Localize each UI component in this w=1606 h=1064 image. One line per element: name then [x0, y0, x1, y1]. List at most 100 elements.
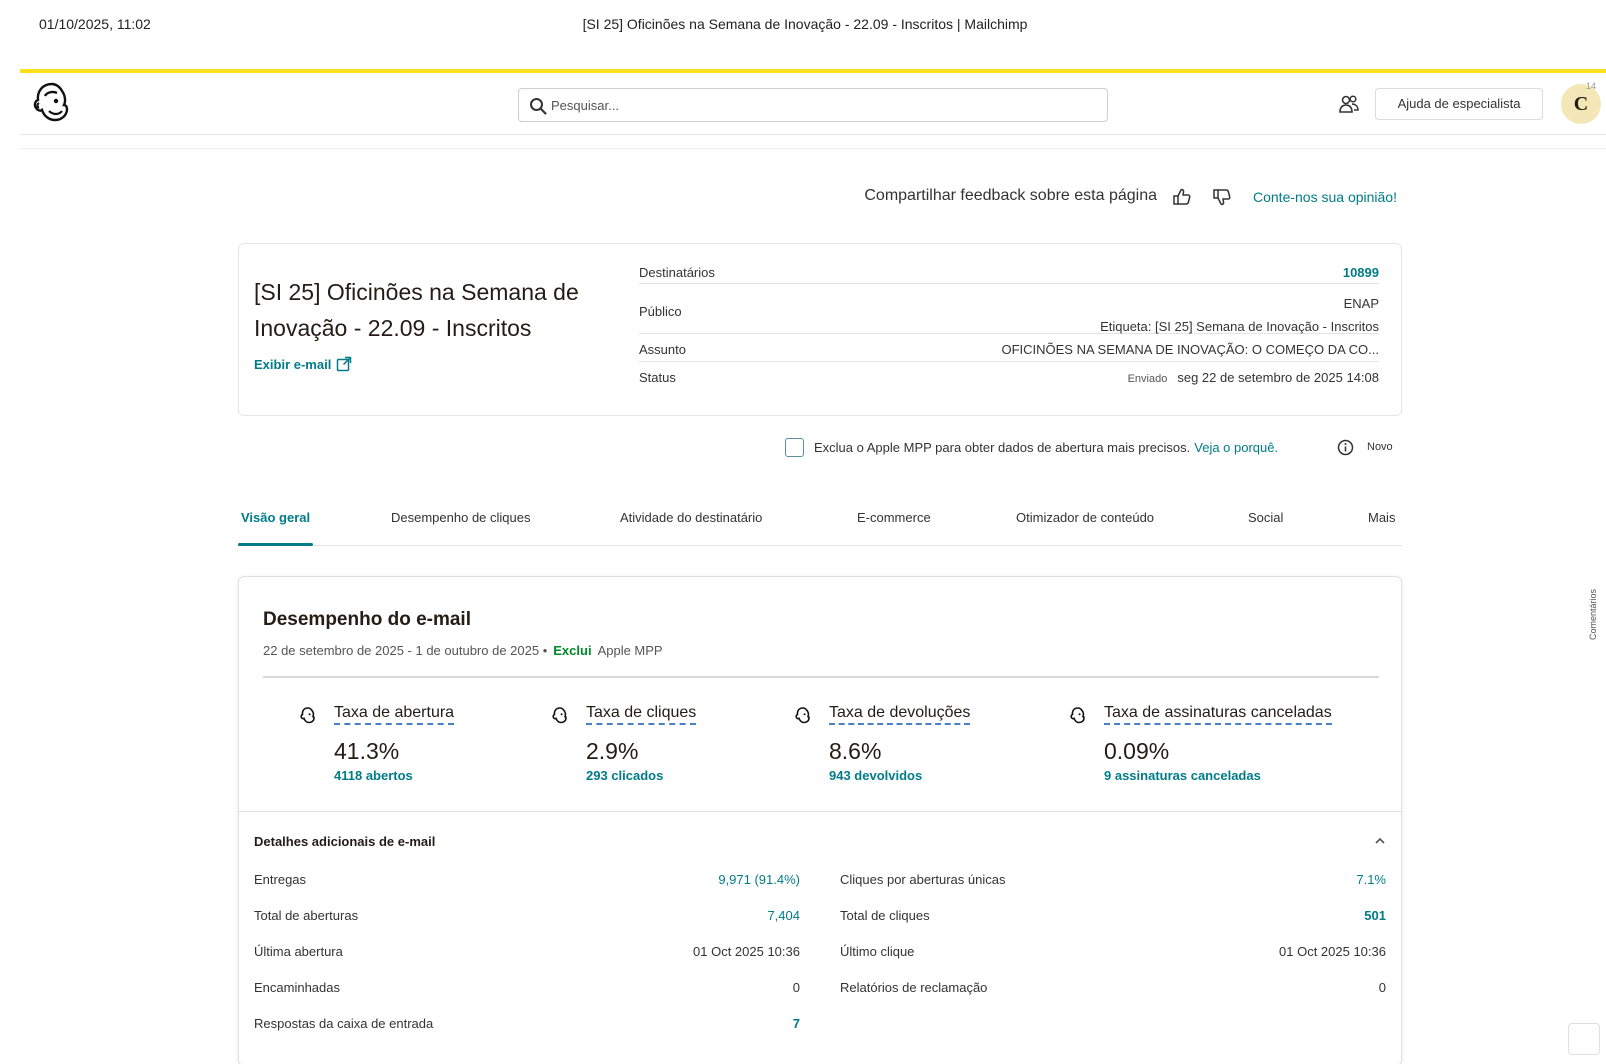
- unsubscribe-rate-value: 0.09%: [1104, 738, 1170, 764]
- click-rate-value: 2.9%: [586, 738, 639, 764]
- performance-subtitle: 22 de setembro de 2025 - 1 de outubro de…: [263, 643, 663, 658]
- tab-overview[interactable]: Visão geral: [241, 510, 310, 525]
- tab-content-optimizer[interactable]: Otimizador de conteúdo: [1016, 510, 1154, 525]
- total-opens-label: Total de aberturas: [254, 908, 359, 923]
- scroll-to-top-button[interactable]: [1568, 1023, 1600, 1055]
- top-navigation: Ajuda de especialista C 14: [20, 73, 1606, 135]
- mailchimp-benchmark-icon: [552, 707, 567, 724]
- audience-values: ENAP Etiqueta: [SI 25] Semana de Inovaçã…: [1100, 292, 1379, 338]
- last-click-label: Último clique: [840, 944, 915, 959]
- open-rate-value: 41.3%: [334, 738, 400, 764]
- print-header: 01/10/2025, 11:02 [SI 25] Oficinões na S…: [0, 16, 1606, 36]
- chevron-up-icon[interactable]: [1373, 834, 1387, 848]
- total-clicks-value[interactable]: 501: [1364, 908, 1386, 923]
- list-item: Total de aberturas 7,404: [254, 900, 800, 936]
- last-open-label: Última abertura: [254, 944, 343, 959]
- mailchimp-benchmark-icon: [1070, 707, 1085, 724]
- unsubscribes-link[interactable]: 9 assinaturas canceladas: [1104, 768, 1261, 783]
- status-row: Status Enviado seg 22 de setembro de 2025…: [639, 362, 1379, 390]
- list-item: Total de cliques 501: [840, 900, 1386, 936]
- search-icon: [530, 98, 547, 115]
- clicks-per-unique-opens-value[interactable]: 7.1%: [1356, 872, 1386, 887]
- open-rate-label[interactable]: Taxa de abertura: [334, 704, 455, 725]
- audience-label: Público: [639, 304, 682, 319]
- status-badge: Enviado: [1127, 373, 1168, 385]
- additional-details-left: Entregas 9,971 (91.4%) Total de aberturas…: [254, 864, 800, 1044]
- account-users-icon[interactable]: [1338, 93, 1360, 115]
- search-box[interactable]: [518, 88, 1108, 122]
- apple-mpp-row: Exclua o Apple MPP para obter dados de a…: [0, 437, 1606, 457]
- recipients-value[interactable]: 10899: [1343, 265, 1379, 280]
- tab-social[interactable]: Social: [1248, 510, 1283, 525]
- comments-side-tab[interactable]: Comentários: [1588, 560, 1602, 640]
- active-tab-indicator: [238, 543, 313, 546]
- performance-date-range: 22 de setembro de 2025 - 1 de outubro de…: [263, 643, 548, 658]
- report-tabs: Visão geral Desempenho de cliques Ativid…: [238, 506, 1402, 546]
- additional-details-section: Detalhes adicionais de e-mail Entregas 9,…: [239, 811, 1401, 1064]
- bounce-rate-label[interactable]: Taxa de devoluções: [829, 704, 971, 725]
- deliveries-value[interactable]: 9,971 (91.4%): [718, 872, 800, 887]
- click-rate-label[interactable]: Taxa de cliques: [586, 704, 697, 725]
- bounces-link[interactable]: 943 devolvidos: [829, 768, 922, 783]
- audience-row: Público ENAP Etiqueta: [SI 25] Semana de…: [639, 284, 1379, 334]
- subject-row: Assunto OFICINÕES NA SEMANA DE INOVAÇÃO:…: [639, 334, 1379, 362]
- clicks-link[interactable]: 293 clicados: [586, 768, 663, 783]
- feedback-link[interactable]: Conte-nos sua opinião!: [1253, 189, 1397, 205]
- list-item: Encaminhadas 0: [254, 972, 800, 1008]
- tab-more[interactable]: Mais: [1368, 510, 1395, 525]
- thumbs-down-icon[interactable]: [1212, 187, 1232, 207]
- mpp-why-link[interactable]: Veja o porquê.: [1194, 440, 1278, 455]
- list-item: Entregas 9,971 (91.4%): [254, 864, 800, 900]
- expert-help-button[interactable]: Ajuda de especialista: [1375, 88, 1543, 120]
- exclude-apple-mpp-checkbox[interactable]: [785, 438, 804, 457]
- bounce-rate-value: 8.6%: [829, 738, 882, 764]
- status-label: Status: [639, 370, 676, 385]
- opens-link[interactable]: 4118 abertos: [334, 768, 413, 783]
- mailchimp-benchmark-icon: [795, 707, 810, 724]
- search-input[interactable]: [551, 89, 1091, 121]
- feedback-bar: Compartilhar feedback sobre esta página …: [0, 185, 1402, 209]
- recipients-label: Destinatários: [639, 265, 715, 280]
- external-link-icon[interactable]: [336, 356, 352, 372]
- email-performance-card: Desempenho do e-mail 22 de setembro de 2…: [238, 576, 1402, 1064]
- abuse-reports-value: 0: [1378, 980, 1386, 995]
- total-opens-value[interactable]: 7,404: [767, 908, 800, 923]
- print-page-title: [SI 25] Oficinões na Semana de Inovação …: [582, 16, 1028, 32]
- campaign-title: [SI 25] Oficinões na Semana de Inovação …: [254, 279, 579, 341]
- forwarded-value: 0: [792, 980, 800, 995]
- clicks-per-unique-opens-label: Cliques por aberturas únicas: [840, 872, 1006, 887]
- apple-mpp-label: Apple MPP: [597, 643, 663, 658]
- mailchimp-logo-icon[interactable]: [32, 81, 72, 123]
- recipients-row: Destinatários 10899: [639, 256, 1379, 284]
- unsubscribe-rate-label[interactable]: Taxa de assinaturas canceladas: [1104, 704, 1332, 725]
- last-open-value: 01 Oct 2025 10:36: [693, 944, 800, 959]
- last-click-value: 01 Oct 2025 10:36: [1279, 944, 1386, 959]
- info-icon[interactable]: [1337, 439, 1354, 456]
- thumbs-up-icon[interactable]: [1172, 187, 1192, 207]
- abuse-reports-label: Relatórios de reclamação: [840, 980, 988, 995]
- list-item: Última abertura 01 Oct 2025 10:36: [254, 936, 800, 972]
- campaign-summary-card: [SI 25] Oficinões na Semana de Inovação …: [238, 243, 1402, 416]
- additional-details-title: Detalhes adicionais de e-mail: [254, 834, 436, 849]
- subject-label: Assunto: [639, 342, 686, 357]
- mailchimp-benchmark-icon: [300, 707, 315, 724]
- mpp-text-wrap: Exclua o Apple MPP para obter dados de a…: [814, 440, 1278, 455]
- tab-click-performance[interactable]: Desempenho de cliques: [391, 510, 530, 525]
- mpp-text: Exclua o Apple MPP para obter dados de a…: [814, 440, 1191, 455]
- inbox-replies-value[interactable]: 7: [793, 1016, 800, 1031]
- tab-ecommerce[interactable]: E-commerce: [857, 510, 931, 525]
- exclude-label: Exclui: [553, 643, 592, 658]
- additional-details-right: Cliques por aberturas únicas 7.1% Total d…: [840, 864, 1386, 1008]
- subject-value: OFICINÕES NA SEMANA DE INOVAÇÃO: O COMEÇ…: [1001, 342, 1379, 357]
- campaign-details: Destinatários 10899 Público ENAP Etiquet…: [639, 256, 1379, 390]
- total-clicks-label: Total de cliques: [840, 908, 930, 923]
- header-divider: [20, 148, 1606, 149]
- tab-recipient-activity[interactable]: Atividade do destinatário: [620, 510, 762, 525]
- deliveries-label: Entregas: [254, 872, 307, 887]
- status-value-wrap: Enviado seg 22 de setembro de 2025 14:08: [1128, 370, 1379, 385]
- list-item: Cliques por aberturas únicas 7.1%: [840, 864, 1386, 900]
- performance-title: Desempenho do e-mail: [263, 609, 471, 630]
- status-value: seg 22 de setembro de 2025 14:08: [1177, 370, 1379, 385]
- forwarded-label: Encaminhadas: [254, 980, 340, 995]
- view-email-link[interactable]: Exibir e-mail: [254, 357, 331, 372]
